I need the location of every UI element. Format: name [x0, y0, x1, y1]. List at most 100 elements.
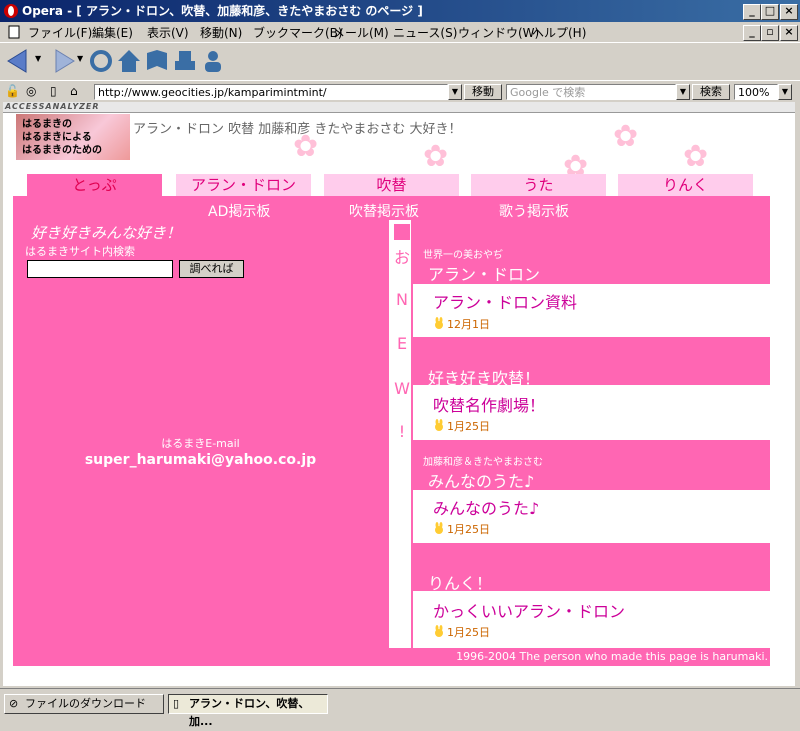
news-subtitle: 加藤和彦＆きたやまおさむ [423, 457, 543, 468]
mdi-restore-button[interactable]: ▫ [761, 25, 779, 41]
info-icon[interactable]: ⌂ [70, 84, 78, 98]
bunny-icon [435, 419, 443, 431]
window-titlebar: Opera - [ アラン・ドロン、吹替、加藤和彦、きたやまおさむ のページ ]… [0, 0, 800, 22]
menu-view[interactable]: 表示(V) [147, 24, 189, 41]
menu-navigate[interactable]: 移動(N) [200, 24, 242, 41]
access-analyzer-strip [3, 102, 795, 113]
email-label: はるまきE-mail [161, 437, 240, 450]
url-input[interactable]: http://www.geocities.jp/kamparimintmint/ [94, 84, 448, 100]
page-tab[interactable]: ▯ アラン・ドロン、吹替、加... [168, 694, 328, 728]
news-date: 12月1日 [433, 316, 490, 332]
menu-bar: ファイル(F) 編集(E) 表示(V) 移動(N) ブックマーク(B) メール(… [0, 22, 800, 42]
search-input[interactable]: Google で検索 [506, 84, 676, 100]
search-button[interactable]: 検索 [692, 84, 730, 100]
url-dropdown-icon[interactable]: ▼ [448, 84, 462, 100]
news-date-text: 1月25日 [447, 626, 490, 639]
bunny-icon [435, 317, 443, 329]
forward-icon[interactable] [48, 48, 76, 74]
back-dropdown-icon[interactable]: ▼ [35, 54, 41, 63]
sakura-decoration: ✿ [683, 139, 709, 174]
sakura-decoration: ✿ [423, 139, 449, 174]
page-tab-label: アラン・ドロン、吹替、加... [189, 697, 310, 728]
site-search-label: はるまきサイト内検索 [25, 245, 135, 258]
news-date-text: 1月25日 [447, 420, 490, 433]
new-marker [394, 224, 410, 240]
menu-edit[interactable]: 編集(E) [92, 24, 133, 41]
new-char: ! [398, 422, 406, 441]
search-dropdown-icon[interactable]: ▼ [676, 84, 690, 100]
menu-file[interactable]: ファイル(F) [28, 24, 92, 41]
bunny-icon [435, 522, 443, 534]
site-search-button[interactable]: 調べれば [179, 260, 244, 278]
ad-bbs-link[interactable]: AD掲示板 [208, 201, 270, 221]
tab-alain-delon[interactable]: アラン・ドロン [176, 174, 311, 196]
go-button[interactable]: 移動 [464, 84, 502, 100]
logo-line: はるまきのための [22, 145, 102, 156]
window-title: Opera - [ アラン・ドロン、吹替、加藤和彦、きたやまおさむ のページ ] [22, 4, 423, 18]
download-tab-label: ファイルのダウンロード [25, 697, 146, 710]
menu-window[interactable]: ウィンドウ(W) [458, 24, 539, 41]
news-date: 1月25日 [433, 418, 490, 434]
menu-bookmarks[interactable]: ブックマーク(B) [253, 24, 343, 41]
opera-icon [4, 4, 18, 18]
home-icon[interactable] [116, 48, 142, 74]
news-date-text: 12月1日 [447, 318, 490, 331]
menu-help[interactable]: ヘルプ(H) [532, 24, 586, 41]
address-bar: 🔓 ◎ ▯ ⌂ http://www.geocities.jp/kamparim… [0, 80, 800, 103]
security-icon[interactable]: 🔓 [5, 84, 20, 98]
new-char: E [396, 334, 408, 353]
news-title: りんく！ [428, 574, 493, 593]
news-link[interactable]: 吹替名作劇場！ [433, 392, 545, 416]
print-icon[interactable] [172, 48, 198, 74]
mdi-minimize-button[interactable]: _ [743, 25, 761, 41]
download-tab[interactable]: ⊘ ファイルのダウンロード [4, 694, 164, 714]
new-char: W [394, 379, 410, 398]
email-link[interactable]: super_harumaki@yahoo.co.jp [3, 452, 398, 468]
news-date-text: 1月25日 [447, 523, 490, 536]
mdi-close-button[interactable]: × [780, 25, 798, 41]
access-analyzer-banner[interactable]: ACCESSANALYZER [5, 102, 100, 111]
page-tab-bar: ⊘ ファイルのダウンロード ▯ アラン・ドロン、吹替、加... [0, 688, 800, 728]
news-link[interactable]: アラン・ドロン資料 [433, 289, 577, 313]
news-title: アラン・ドロン [428, 265, 541, 284]
camera-icon[interactable]: ◎ [26, 84, 36, 98]
minimize-button[interactable]: _ [743, 4, 761, 20]
menu-mail[interactable]: メール(M) [333, 24, 389, 41]
logo-line: はるまきによる [22, 132, 92, 143]
tab-top[interactable]: とっぷ [27, 174, 162, 196]
news-title: みんなのうた♪ [428, 472, 535, 491]
news-title: 好き好き吹替！ [428, 369, 541, 388]
site-search-input[interactable] [27, 260, 173, 278]
page-icon: ▯ [173, 697, 180, 710]
news-subtitle: 世界一の美おやぢ [423, 250, 503, 261]
zoom-input[interactable]: 100% [734, 84, 778, 100]
new-char: N [396, 290, 408, 309]
tab-songs[interactable]: うた [471, 174, 606, 196]
tab-links[interactable]: りんく [618, 174, 753, 196]
news-link[interactable]: かっくいいアラン・ドロン [433, 598, 625, 622]
user-icon[interactable] [200, 48, 226, 74]
page-viewport: ✿ ✿ ✿ ✿ ✿ ✿ ✿ ✿ ✿ ✿ ✿ ✿ ACCESSANALYZER は… [3, 102, 795, 686]
site-logo: はるまきの はるまきによる はるまきのための [16, 114, 130, 160]
dubbing-bbs-link[interactable]: 吹替掲示板 [349, 201, 419, 221]
copyright: 1996-2004 The person who made this page … [456, 650, 768, 663]
maximize-button[interactable]: □ [761, 4, 779, 20]
site-headline: アラン・ドロン 吹替 加藤和彦 きたやまおさむ 大好き！ [133, 122, 462, 137]
bunny-icon [435, 625, 443, 637]
sakura-decoration: ✿ [613, 119, 639, 154]
tab-dubbing[interactable]: 吹替 [324, 174, 459, 196]
page-icon[interactable]: ▯ [50, 84, 57, 98]
news-link[interactable]: みんなのうた♪ [433, 495, 539, 519]
slogan: 好き好きみんな好き！ [31, 224, 182, 242]
download-icon: ⊘ [9, 697, 19, 710]
bookmark-icon[interactable] [144, 48, 170, 74]
song-bbs-link[interactable]: 歌う掲示板 [499, 201, 569, 221]
reload-icon[interactable] [88, 48, 114, 74]
logo-line: はるまきの [22, 119, 72, 130]
close-button[interactable]: × [780, 4, 798, 20]
menu-news[interactable]: ニュース(S) [393, 24, 457, 41]
zoom-dropdown-icon[interactable]: ▼ [778, 84, 792, 100]
forward-dropdown-icon[interactable]: ▼ [77, 54, 83, 63]
back-icon[interactable] [6, 48, 34, 74]
news-date: 1月25日 [433, 624, 490, 640]
